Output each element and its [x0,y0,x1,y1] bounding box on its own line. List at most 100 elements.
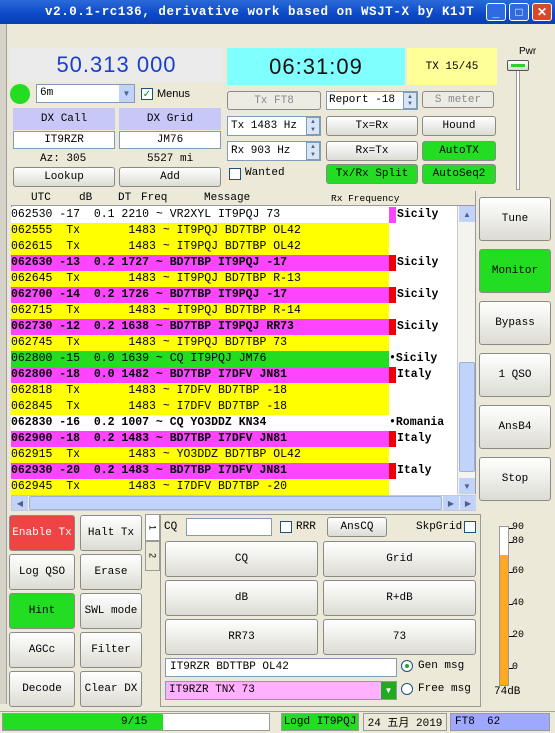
autotx-button[interactable]: AutoTX [422,141,496,161]
report-value: Report -18 [329,94,396,106]
col-dt: DT [118,192,132,204]
gen-msg-field[interactable]: IT9RZR BDTTBP OL42 [165,658,397,677]
tune-button[interactable]: Tune [479,197,551,241]
tx-eq-rx-button[interactable]: Tx=Rx [326,116,418,136]
decode-row[interactable]: 062900 -18 0.2 1483 ~ BD7TBP I7DFV JN81 [11,431,389,447]
cq-button[interactable]: CQ [165,541,318,577]
decode-row[interactable]: 062530 -17 0.1 2210 ~ VR2XYL IT9PQJ 73 [11,207,389,223]
free-msg-select[interactable]: IT9RZR TNX 73 ▼ [165,681,397,700]
clear-dx-button[interactable]: Clear DX [80,671,142,707]
maximize-icon[interactable]: □ [509,3,529,21]
decode-row[interactable]: 062645 Tx 1483 ~ IT9PQJ BD7TBP R-13 [11,271,389,287]
cq-input[interactable] [186,518,272,536]
decode-row[interactable]: 062745 Tx 1483 ~ IT9PQJ BD7TBP 73 [11,335,389,351]
minimize-icon[interactable]: _ [486,3,506,21]
report-spinbox[interactable]: Report -18 ▲ ▼ [326,91,418,110]
tx-period: TX 15/45 [407,48,497,85]
decode-row[interactable]: 062555 Tx 1483 ~ IT9PQJ BD7TBP OL42 [11,223,389,239]
title-bar: v2.0.1-rc136, derivative work based on W… [0,0,555,24]
decode-row[interactable]: 062818 Tx 1483 ~ I7DFV BD7TBP -18 [11,383,389,399]
anscq-button[interactable]: AnsCQ [327,517,387,537]
decode-row[interactable]: 062945 Tx 1483 ~ I7DFV BD7TBP -20 [11,479,389,495]
filter-button[interactable]: Filter [80,632,142,668]
decode-rx-country: Italy [389,367,457,383]
horizontal-scrollbar[interactable]: ◀ ▶ ▶ [11,495,476,511]
close-icon[interactable]: ✕ [532,3,552,21]
swl-mode-button[interactable]: SWL mode [80,593,142,629]
scroll-right-end-icon[interactable]: ▶ [460,496,476,510]
tx-freq-spin-icon[interactable]: ▲ ▼ [306,117,320,135]
meter-tick [509,572,513,573]
scroll-right-icon[interactable]: ▶ [443,496,459,510]
decode-row[interactable]: 062730 -12 0.2 1638 ~ BD7TBP IT9PQJ RR73 [11,319,389,335]
bypass-button[interactable]: Bypass [479,301,551,345]
decode-row[interactable]: 062615 Tx 1483 ~ IT9PQJ BD7TBP OL42 [11,239,389,255]
decode-row[interactable]: 062715 Tx 1483 ~ IT9PQJ BD7TBP R-14 [11,303,389,319]
free-msg-radio[interactable] [401,683,413,695]
rx-freq-spinbox[interactable]: Rx 903 Hz ▲ ▼ [227,141,321,161]
autoseq2-button[interactable]: AutoSeq2 [422,164,496,184]
txrx-split-button[interactable]: Tx/Rx Split [326,164,418,184]
rx-freq-spin-icon[interactable]: ▲ ▼ [306,142,320,160]
report-spin-icon[interactable]: ▲ ▼ [403,92,417,109]
log-qso-button[interactable]: Log QSO [9,554,75,590]
menus-checkbox[interactable]: ✓ [141,88,153,100]
scroll-thumb[interactable] [459,362,475,472]
decode-row[interactable]: 062915 Tx 1483 ~ YO3DDZ BD7TBP OL42 [11,447,389,463]
decode-rx-country [389,335,457,351]
decode-row[interactable]: 062930 -20 0.2 1483 ~ BD7TBP I7DFV JN81 [11,463,389,479]
73-button[interactable]: 73 [323,619,476,655]
skpgrid-label: SkpGrid [416,521,463,533]
decode-row[interactable]: 062700 -14 0.2 1726 ~ BD7TBP IT9PQJ -17 [11,287,389,303]
scroll-left-icon[interactable]: ◀ [12,496,28,510]
tab-2[interactable]: 2 [145,541,160,571]
erase-button[interactable]: Erase [80,554,142,590]
skpgrid-checkbox[interactable] [464,521,476,533]
dx-call-input[interactable]: IT9RZR [13,131,115,149]
rx-eq-tx-button[interactable]: Rx=Tx [326,141,418,161]
decode-marker [389,463,396,479]
tab-1[interactable]: 1 [145,514,160,541]
scroll-down-icon[interactable]: ▼ [459,478,475,494]
band-select[interactable]: 6m ▼ [36,84,135,103]
progress-bar: 9/15 [2,713,270,731]
pwr-slider-handle[interactable] [507,60,529,71]
halt-tx-button[interactable]: Halt Tx [80,515,142,551]
decode-rx-country [389,447,457,463]
tx-freq-spinbox[interactable]: Tx 1483 Hz ▲ ▼ [227,116,321,136]
chevron-down-icon[interactable]: ▼ [381,682,396,699]
add-button[interactable]: Add [119,167,221,187]
decode-row[interactable]: 062800 -18 0.0 1482 ~ BD7TBP I7DFV JN81 [11,367,389,383]
rdb-button[interactable]: R+dB [323,580,476,616]
lookup-button[interactable]: Lookup [13,167,115,187]
decode-row[interactable]: 062630 -13 0.2 1727 ~ BD7TBP IT9PQJ -17 [11,255,389,271]
chevron-down-icon[interactable]: ▼ [119,85,134,102]
decode-marker [389,431,396,447]
scroll-up-icon[interactable]: ▲ [459,206,475,222]
gen-msg-radio[interactable] [401,660,413,672]
hscroll-thumb[interactable] [29,496,442,510]
decode-button[interactable]: Decode [9,671,75,707]
decode-row[interactable]: 062830 -16 0.2 1007 ~ CQ YO3DDZ KN34 [11,415,389,431]
meter-tick [509,528,513,529]
rrr-checkbox[interactable] [280,521,292,533]
dx-grid-input[interactable]: JM76 [119,131,221,149]
wanted-checkbox[interactable] [229,168,241,180]
decode-row[interactable]: 062800 -15 0.0 1639 ~ CQ IT9PQJ JM76 [11,351,389,367]
hound-button[interactable]: Hound [422,116,496,136]
vertical-scrollbar[interactable]: ▲ ▼ [457,206,475,494]
hint-button[interactable]: Hint [9,593,75,629]
agcc-button[interactable]: AGCc [9,632,75,668]
one-qso-button[interactable]: 1 QSO [479,353,551,397]
tx-mode-button[interactable]: Tx FT8 [227,91,321,110]
monitor-button[interactable]: Monitor [479,249,551,293]
decode-row[interactable]: 062845 Tx 1483 ~ I7DFV BD7TBP -18 [11,399,389,415]
enable-tx-button[interactable]: Enable Tx [9,515,75,551]
rr73-button[interactable]: RR73 [165,619,318,655]
s-meter-button[interactable]: S meter [422,91,494,108]
free-msg-label: Free msg [418,683,471,695]
db-button[interactable]: dB [165,580,318,616]
grid-button[interactable]: Grid [323,541,476,577]
ansb4-button[interactable]: AnsB4 [479,405,551,449]
stop-button[interactable]: Stop [479,457,551,501]
